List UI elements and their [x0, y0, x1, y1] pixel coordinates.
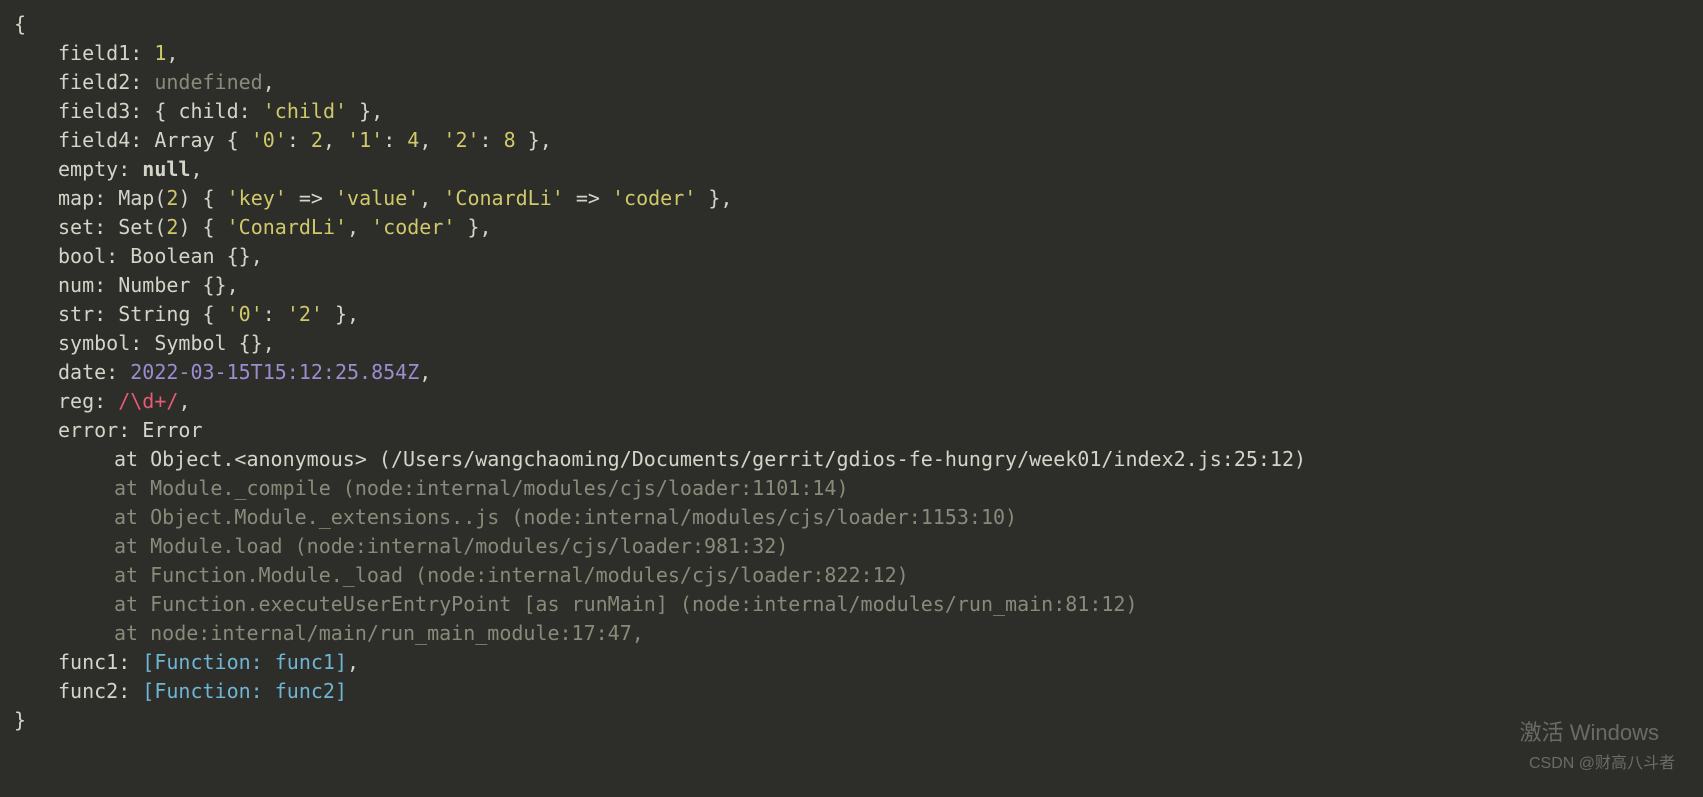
reg-line: reg: /\d+/,	[14, 387, 1703, 416]
field3-line: field3: { child: 'child' },	[14, 97, 1703, 126]
date-line: date: 2022-03-15T15:12:25.854Z,	[14, 358, 1703, 387]
symbol-line: symbol: Symbol {},	[14, 329, 1703, 358]
open-brace: {	[14, 12, 26, 36]
error-line: error: Error	[14, 416, 1703, 445]
field2-line: field2: undefined,	[14, 68, 1703, 97]
bool-line: bool: Boolean {},	[14, 242, 1703, 271]
stack-trace-line: at Module.load (node:internal/modules/cj…	[14, 532, 1703, 561]
empty-line: empty: null,	[14, 155, 1703, 184]
field4-line: field4: Array { '0': 2, '1': 4, '2': 8 }…	[14, 126, 1703, 155]
field1-line: field1: 1,	[14, 39, 1703, 68]
stack-trace-line: at node:internal/main/run_main_module:17…	[14, 619, 1703, 648]
stack-trace-line: at Function.Module._load (node:internal/…	[14, 561, 1703, 590]
stack-trace-line: at Object.Module._extensions..js (node:i…	[14, 503, 1703, 532]
stack-trace-line: at Function.executeUserEntryPoint [as ru…	[14, 590, 1703, 619]
set-line: set: Set(2) { 'ConardLi', 'coder' },	[14, 213, 1703, 242]
console-output: { field1: 1, field2: undefined, field3: …	[14, 10, 1703, 735]
stack-trace-line: at Object.<anonymous> (/Users/wangchaomi…	[14, 445, 1703, 474]
str-line: str: String { '0': '2' },	[14, 300, 1703, 329]
map-line: map: Map(2) { 'key' => 'value', 'ConardL…	[14, 184, 1703, 213]
func1-line: func1: [Function: func1],	[14, 648, 1703, 677]
windows-activation-watermark: 激活 Windows	[1520, 717, 1659, 749]
stack-trace-line: at Module._compile (node:internal/module…	[14, 474, 1703, 503]
func2-line: func2: [Function: func2]	[14, 677, 1703, 706]
csdn-watermark: CSDN @财高八斗者	[1529, 752, 1675, 775]
num-line: num: Number {},	[14, 271, 1703, 300]
close-brace: }	[14, 708, 26, 732]
